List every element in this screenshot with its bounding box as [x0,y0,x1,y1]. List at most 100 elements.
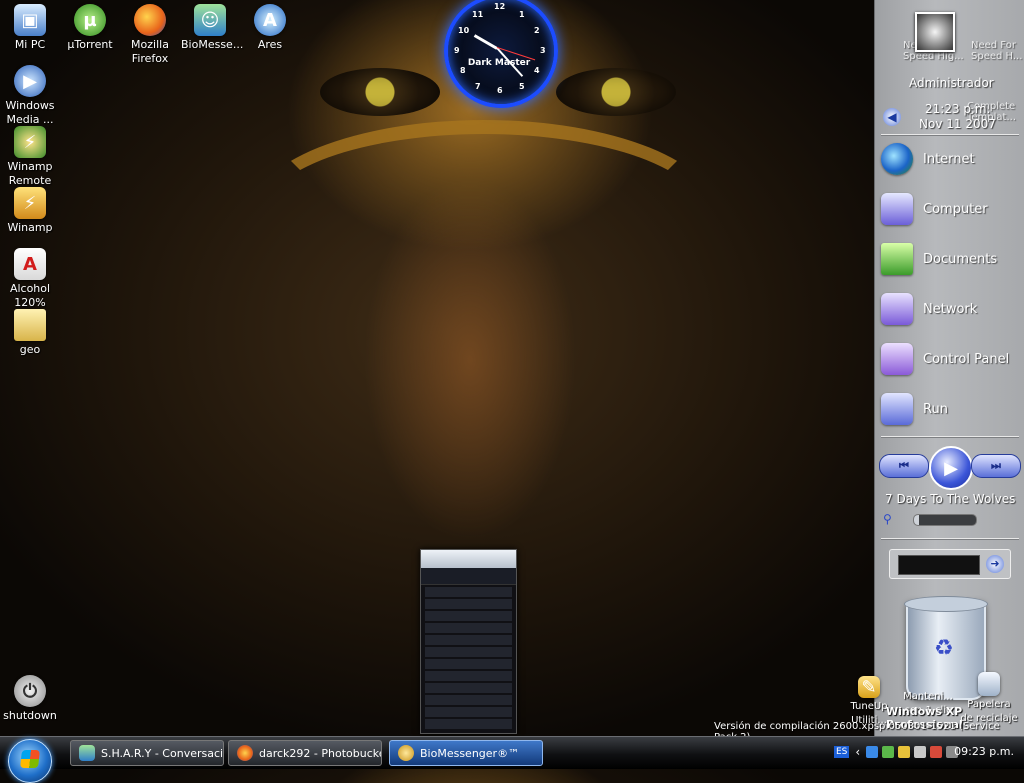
seek-bar[interactable] [913,514,977,526]
clock-number-7: 7 [475,82,481,91]
mask-right-eye [556,68,676,116]
sidebar-item-internet[interactable]: Internet [881,139,1021,179]
sidebar-item-computer[interactable]: Computer [881,189,1021,229]
list-item[interactable] [425,611,512,621]
mask-band [250,120,718,308]
winamp-remote-icon: ⚡ [14,126,46,158]
sidebar-search-box[interactable]: ➜ [889,549,1011,579]
taskbar-item-photobucket[interactable]: darck292 - Photobucke... [228,740,382,766]
firefox-icon [134,4,166,36]
user-avatar[interactable] [915,12,955,52]
sidebar-item-run[interactable]: Run [881,389,1021,429]
power-icon: ⏻ [14,675,46,707]
clock-number-1: 1 [519,10,525,19]
clock-hour-hand [473,34,498,50]
winamp-icon: ⚡ [14,187,46,219]
user-name: Administrador [909,76,994,90]
play-button[interactable]: ▶ [929,446,973,490]
list-item[interactable] [425,659,512,669]
sidebar-date: Nov 11 2007 [919,117,996,131]
tray-icon[interactable] [882,746,895,758]
windows-media-icon: ▶ [14,65,46,97]
tuneup-icon: ✎ [858,676,880,698]
biomessenger-icon [398,745,414,761]
taskbar-item-conversation[interactable]: S.H.A.R.Y - Conversación [70,740,224,766]
taskbar-item-biomessenger[interactable]: BioMessenger®™ [389,740,543,766]
desktop-icon-geo[interactable]: geo [1,309,59,357]
desktop-icon-ares[interactable]: A Ares [241,4,299,52]
taskbar-clock[interactable]: 09:23 p.m. [954,745,1014,758]
mask-left-eye [320,68,440,116]
network-icon [881,293,913,325]
list-item[interactable] [425,587,512,597]
clock-number-10: 10 [458,26,470,35]
control-panel-icon [881,343,913,375]
computer-icon: ▣ [14,4,46,36]
list-item[interactable] [425,707,512,717]
clock-face: 12 1 2 3 4 5 6 7 8 9 10 11 [444,0,558,108]
messenger-toolbar[interactable] [421,568,516,585]
search-icon[interactable]: ⚲ [883,512,897,526]
list-item[interactable] [425,623,512,633]
desktop-icon-biomessenger[interactable]: ☺ BioMesse... [181,4,243,52]
desktop-icon-firefox[interactable]: Mozilla Firefox [121,4,179,66]
previous-track-button[interactable]: ⏮ [879,454,929,478]
chevron-left-icon[interactable]: ‹ [855,745,860,759]
desktop-icon-winamp[interactable]: ⚡ Winamp [1,187,59,235]
sidebar-item-documents[interactable]: Documents [881,239,1021,279]
clock-number-5: 5 [519,82,525,91]
folder-icon [14,309,46,341]
tray-icon[interactable] [898,746,911,758]
track-title: 7 Days To The Wolves [885,492,1016,506]
list-item[interactable] [425,647,512,657]
list-item[interactable] [425,719,512,729]
next-track-button[interactable]: ⏭ [971,454,1021,478]
clock-number-3: 3 [540,46,546,55]
sidebar-separator [881,436,1019,438]
list-item[interactable] [425,671,512,681]
firefox-icon [237,745,253,761]
sidebar-time: 21:23 p.m. [925,102,991,116]
bin-rim [904,596,988,612]
list-item[interactable] [425,683,512,693]
start-button[interactable] [8,739,52,783]
desktop-icon-shutdown[interactable]: ⏻ shutdown [1,675,59,723]
system-tray: ES ‹ 09:23 p.m. [834,740,1024,764]
tray-icon[interactable] [930,746,943,758]
messenger-header[interactable] [421,550,516,568]
documents-icon [881,243,913,275]
tray-icon[interactable] [866,746,879,758]
messenger-contact-list[interactable] [421,587,516,729]
messenger-icon: ☺ [194,4,226,36]
clock-number-11: 11 [472,10,484,19]
sidebar-search-input[interactable] [898,555,980,575]
run-icon [881,393,913,425]
clock-number-6: 6 [497,86,503,95]
list-item[interactable] [425,599,512,609]
seek-bar-fill [914,515,919,525]
desktop-icon-windows-media[interactable]: ▶ Windows Media ... [1,65,59,127]
back-arrow-icon[interactable]: ◀ [883,108,901,126]
sidebar-item-control-panel[interactable]: Control Panel [881,339,1021,379]
clock-gadget[interactable]: 12 1 2 3 4 5 6 7 8 9 10 11 Dark Master [440,0,558,108]
utorrent-icon: µ [74,4,106,36]
language-indicator[interactable]: ES [834,746,850,758]
sidebar-separator [881,538,1019,540]
list-item[interactable] [425,635,512,645]
go-arrow-icon[interactable]: ➜ [986,555,1004,573]
clock-number-9: 9 [454,46,460,55]
desktop-icon-utorrent[interactable]: µ µTorrent [61,4,119,52]
clock-number-12: 12 [494,2,506,11]
list-item[interactable] [425,695,512,705]
clock-number-2: 2 [534,26,540,35]
trash-icon [978,672,1000,696]
sidebar-item-network[interactable]: Network [881,289,1021,329]
messenger-window[interactable] [420,549,517,734]
sidebar-bg-label-2: Need For Speed H... [971,40,1023,62]
desktop-icon-mi-pc[interactable]: ▣ Mi PC [1,4,59,52]
ares-icon: A [254,4,286,36]
desktop-icon-alcohol[interactable]: A Alcohol 120% [1,248,59,310]
desktop-icon-winamp-remote[interactable]: ⚡ Winamp Remote [1,126,59,188]
alcohol-icon: A [14,248,46,280]
tray-icon[interactable] [914,746,927,758]
